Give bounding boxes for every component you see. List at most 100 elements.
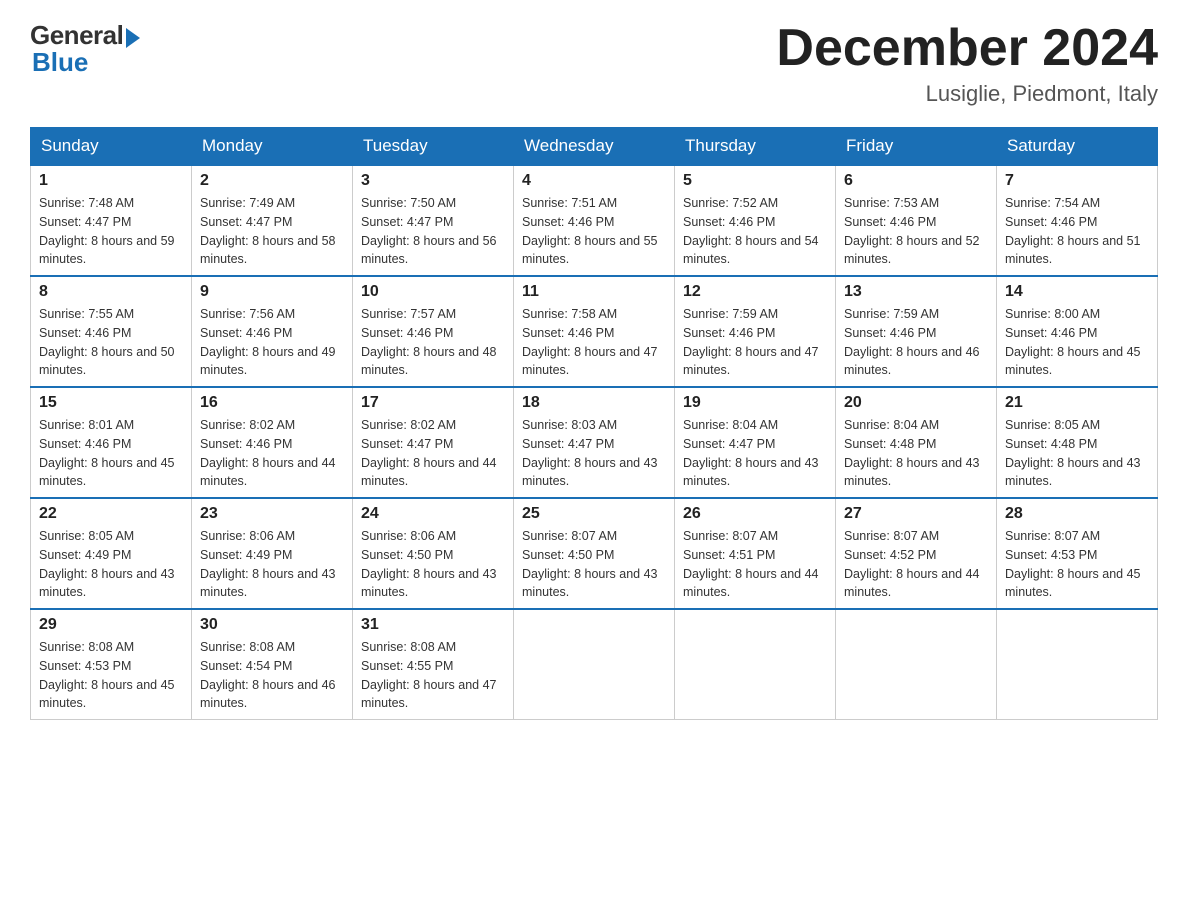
calendar-cell: 15Sunrise: 8:01 AMSunset: 4:46 PMDayligh…	[31, 387, 192, 498]
calendar-cell: 25Sunrise: 8:07 AMSunset: 4:50 PMDayligh…	[514, 498, 675, 609]
calendar-cell: 10 Sunrise: 7:57 AMSunset: 4:46 PMDayligh…	[353, 276, 514, 387]
calendar-cell	[997, 609, 1158, 720]
day-number: 12	[683, 283, 827, 301]
day-info: Sunrise: 8:04 AMSunset: 4:48 PMDaylight:…	[844, 416, 988, 491]
week-row-2: 8 Sunrise: 7:55 AMSunset: 4:46 PMDaylight…	[31, 276, 1158, 387]
calendar-cell: 30Sunrise: 8:08 AMSunset: 4:54 PMDayligh…	[192, 609, 353, 720]
day-info: Sunrise: 8:00 AMSunset: 4:46 PMDaylight:…	[1005, 305, 1149, 380]
calendar-cell: 7Sunrise: 7:54 AMSunset: 4:46 PMDaylight…	[997, 165, 1158, 276]
calendar-cell: 20 Sunrise: 8:04 AMSunset: 4:48 PMDayligh…	[836, 387, 997, 498]
day-info: Sunrise: 7:55 AMSunset: 4:46 PMDaylight:…	[39, 305, 183, 380]
logo-arrow-icon	[126, 28, 140, 48]
day-number: 16	[200, 394, 344, 412]
day-number: 21	[1005, 394, 1149, 412]
calendar-header-wednesday: Wednesday	[514, 128, 675, 166]
day-number: 11	[522, 283, 666, 301]
logo-blue-text: Blue	[32, 47, 88, 78]
calendar-cell: 28 Sunrise: 8:07 AMSunset: 4:53 PMDayligh…	[997, 498, 1158, 609]
day-info: Sunrise: 7:57 AMSunset: 4:46 PMDaylight:…	[361, 305, 505, 380]
calendar-cell: 16Sunrise: 8:02 AMSunset: 4:46 PMDayligh…	[192, 387, 353, 498]
logo: General Blue	[30, 20, 140, 78]
week-row-3: 15Sunrise: 8:01 AMSunset: 4:46 PMDayligh…	[31, 387, 1158, 498]
month-title: December 2024	[776, 20, 1158, 77]
calendar-cell: 22 Sunrise: 8:05 AMSunset: 4:49 PMDayligh…	[31, 498, 192, 609]
calendar-header-row: SundayMondayTuesdayWednesdayThursdayFrid…	[31, 128, 1158, 166]
calendar-cell: 14 Sunrise: 8:00 AMSunset: 4:46 PMDayligh…	[997, 276, 1158, 387]
day-info: Sunrise: 8:05 AMSunset: 4:49 PMDaylight:…	[39, 527, 183, 602]
day-number: 24	[361, 505, 505, 523]
day-info: Sunrise: 8:01 AMSunset: 4:46 PMDaylight:…	[39, 416, 183, 491]
day-info: Sunrise: 8:07 AMSunset: 4:51 PMDaylight:…	[683, 527, 827, 602]
day-number: 20	[844, 394, 988, 412]
day-number: 23	[200, 505, 344, 523]
calendar-cell: 27 Sunrise: 8:07 AMSunset: 4:52 PMDayligh…	[836, 498, 997, 609]
calendar-cell: 23 Sunrise: 8:06 AMSunset: 4:49 PMDayligh…	[192, 498, 353, 609]
day-number: 4	[522, 172, 666, 190]
calendar-header-tuesday: Tuesday	[353, 128, 514, 166]
day-number: 28	[1005, 505, 1149, 523]
calendar-cell: 11 Sunrise: 7:58 AMSunset: 4:46 PMDayligh…	[514, 276, 675, 387]
day-info: Sunrise: 8:03 AMSunset: 4:47 PMDaylight:…	[522, 416, 666, 491]
calendar-cell: 9Sunrise: 7:56 AMSunset: 4:46 PMDaylight…	[192, 276, 353, 387]
day-number: 29	[39, 616, 183, 634]
calendar-cell: 26 Sunrise: 8:07 AMSunset: 4:51 PMDayligh…	[675, 498, 836, 609]
calendar-cell	[836, 609, 997, 720]
day-number: 27	[844, 505, 988, 523]
calendar-cell: 8 Sunrise: 7:55 AMSunset: 4:46 PMDaylight…	[31, 276, 192, 387]
day-info: Sunrise: 8:07 AMSunset: 4:52 PMDaylight:…	[844, 527, 988, 602]
calendar-cell: 12 Sunrise: 7:59 AMSunset: 4:46 PMDayligh…	[675, 276, 836, 387]
calendar-cell: 1 Sunrise: 7:48 AMSunset: 4:47 PMDaylight…	[31, 165, 192, 276]
calendar-cell: 5 Sunrise: 7:52 AMSunset: 4:46 PMDaylight…	[675, 165, 836, 276]
day-number: 1	[39, 172, 183, 190]
day-info: Sunrise: 8:08 AMSunset: 4:54 PMDaylight:…	[200, 638, 344, 713]
day-number: 19	[683, 394, 827, 412]
day-number: 9	[200, 283, 344, 301]
calendar-cell: 17 Sunrise: 8:02 AMSunset: 4:47 PMDayligh…	[353, 387, 514, 498]
day-number: 17	[361, 394, 505, 412]
calendar-header-sunday: Sunday	[31, 128, 192, 166]
location-subtitle: Lusiglie, Piedmont, Italy	[776, 81, 1158, 107]
day-info: Sunrise: 8:06 AMSunset: 4:49 PMDaylight:…	[200, 527, 344, 602]
day-info: Sunrise: 8:07 AMSunset: 4:50 PMDaylight:…	[522, 527, 666, 602]
day-number: 22	[39, 505, 183, 523]
day-number: 5	[683, 172, 827, 190]
day-number: 14	[1005, 283, 1149, 301]
day-info: Sunrise: 7:59 AMSunset: 4:46 PMDaylight:…	[844, 305, 988, 380]
day-info: Sunrise: 8:08 AMSunset: 4:55 PMDaylight:…	[361, 638, 505, 713]
day-info: Sunrise: 7:52 AMSunset: 4:46 PMDaylight:…	[683, 194, 827, 269]
week-row-1: 1 Sunrise: 7:48 AMSunset: 4:47 PMDaylight…	[31, 165, 1158, 276]
day-info: Sunrise: 8:07 AMSunset: 4:53 PMDaylight:…	[1005, 527, 1149, 602]
calendar-cell: 18Sunrise: 8:03 AMSunset: 4:47 PMDayligh…	[514, 387, 675, 498]
day-number: 13	[844, 283, 988, 301]
calendar-cell: 31 Sunrise: 8:08 AMSunset: 4:55 PMDayligh…	[353, 609, 514, 720]
day-info: Sunrise: 7:58 AMSunset: 4:46 PMDaylight:…	[522, 305, 666, 380]
week-row-5: 29 Sunrise: 8:08 AMSunset: 4:53 PMDayligh…	[31, 609, 1158, 720]
calendar-cell	[514, 609, 675, 720]
day-info: Sunrise: 7:49 AMSunset: 4:47 PMDaylight:…	[200, 194, 344, 269]
day-info: Sunrise: 7:54 AMSunset: 4:46 PMDaylight:…	[1005, 194, 1149, 269]
calendar-header-monday: Monday	[192, 128, 353, 166]
day-info: Sunrise: 8:02 AMSunset: 4:47 PMDaylight:…	[361, 416, 505, 491]
day-number: 6	[844, 172, 988, 190]
title-block: December 2024 Lusiglie, Piedmont, Italy	[776, 20, 1158, 107]
day-number: 2	[200, 172, 344, 190]
day-info: Sunrise: 7:59 AMSunset: 4:46 PMDaylight:…	[683, 305, 827, 380]
day-number: 10	[361, 283, 505, 301]
calendar-header-friday: Friday	[836, 128, 997, 166]
day-info: Sunrise: 8:04 AMSunset: 4:47 PMDaylight:…	[683, 416, 827, 491]
day-info: Sunrise: 7:48 AMSunset: 4:47 PMDaylight:…	[39, 194, 183, 269]
day-number: 31	[361, 616, 505, 634]
day-number: 8	[39, 283, 183, 301]
day-number: 26	[683, 505, 827, 523]
calendar-cell: 13 Sunrise: 7:59 AMSunset: 4:46 PMDayligh…	[836, 276, 997, 387]
calendar-cell: 29 Sunrise: 8:08 AMSunset: 4:53 PMDayligh…	[31, 609, 192, 720]
page-header: General Blue December 2024 Lusiglie, Pie…	[30, 20, 1158, 107]
day-info: Sunrise: 8:08 AMSunset: 4:53 PMDaylight:…	[39, 638, 183, 713]
day-info: Sunrise: 7:53 AMSunset: 4:46 PMDaylight:…	[844, 194, 988, 269]
calendar-cell: 21Sunrise: 8:05 AMSunset: 4:48 PMDayligh…	[997, 387, 1158, 498]
calendar-cell: 19 Sunrise: 8:04 AMSunset: 4:47 PMDayligh…	[675, 387, 836, 498]
day-info: Sunrise: 7:50 AMSunset: 4:47 PMDaylight:…	[361, 194, 505, 269]
day-info: Sunrise: 7:51 AMSunset: 4:46 PMDaylight:…	[522, 194, 666, 269]
day-number: 3	[361, 172, 505, 190]
calendar-cell: 6 Sunrise: 7:53 AMSunset: 4:46 PMDaylight…	[836, 165, 997, 276]
